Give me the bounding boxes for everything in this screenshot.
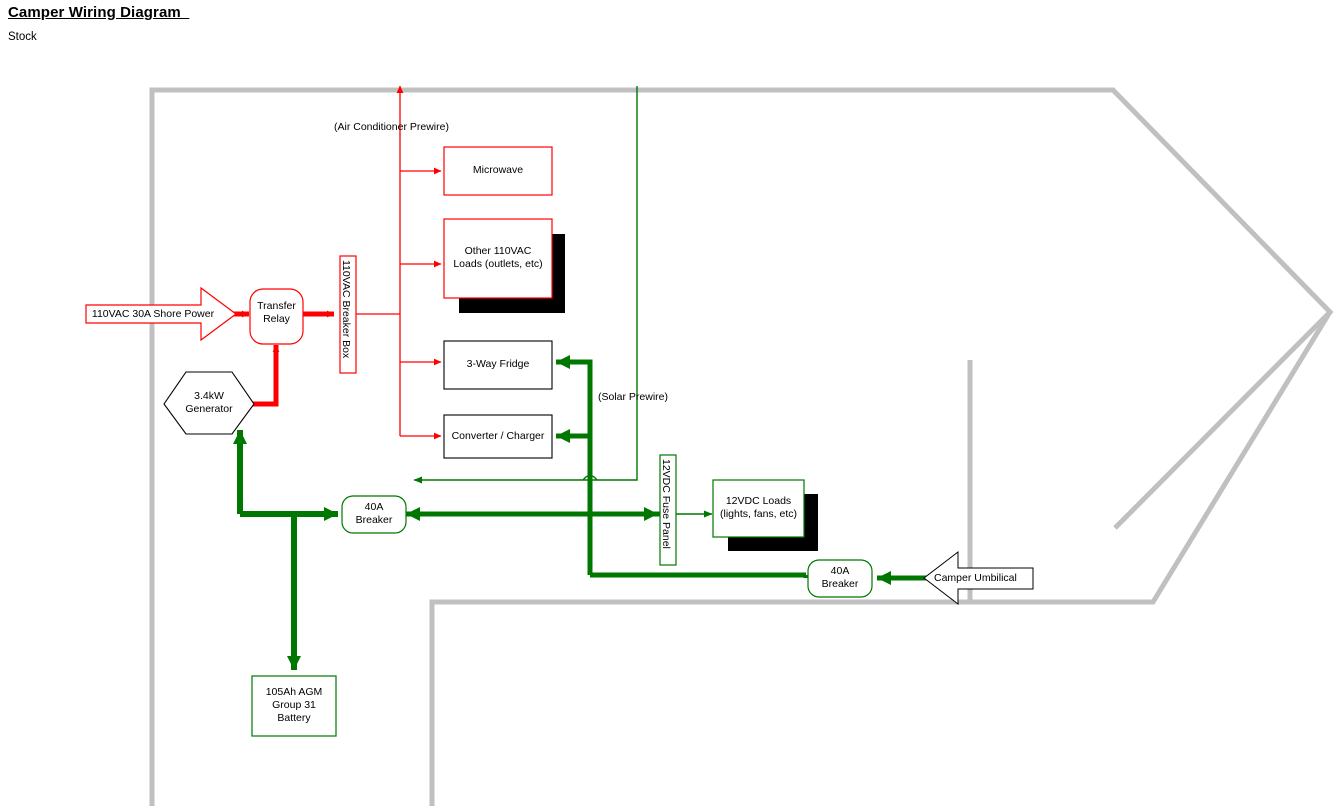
node-other-110vac-loads[interactable] [443, 218, 565, 313]
node-shore-power[interactable] [85, 286, 238, 342]
diagram-page: Camper Wiring Diagram Stock 110VAC 30A S… [0, 0, 1338, 806]
wire-converter-fridge-riser [556, 355, 593, 575]
ac-wiring-red [222, 85, 442, 440]
node-12vdc-loads[interactable] [712, 479, 818, 551]
wiring-diagram-canvas [85, 85, 1334, 806]
node-breaker-box[interactable] [339, 255, 357, 374]
node-battery[interactable] [251, 675, 337, 737]
node-fuse-panel[interactable] [659, 454, 677, 566]
node-converter-charger[interactable] [443, 414, 553, 459]
node-transfer-relay[interactable] [249, 288, 304, 345]
node-three-way-fridge[interactable] [443, 340, 553, 390]
node-breaker-40a-left[interactable] [341, 495, 407, 534]
node-generator[interactable] [163, 371, 255, 435]
wire-generator-to-relay [245, 344, 280, 407]
node-camper-umbilical[interactable] [923, 550, 1034, 606]
node-breaker-40a-right[interactable] [807, 559, 873, 598]
node-microwave[interactable] [443, 146, 553, 196]
